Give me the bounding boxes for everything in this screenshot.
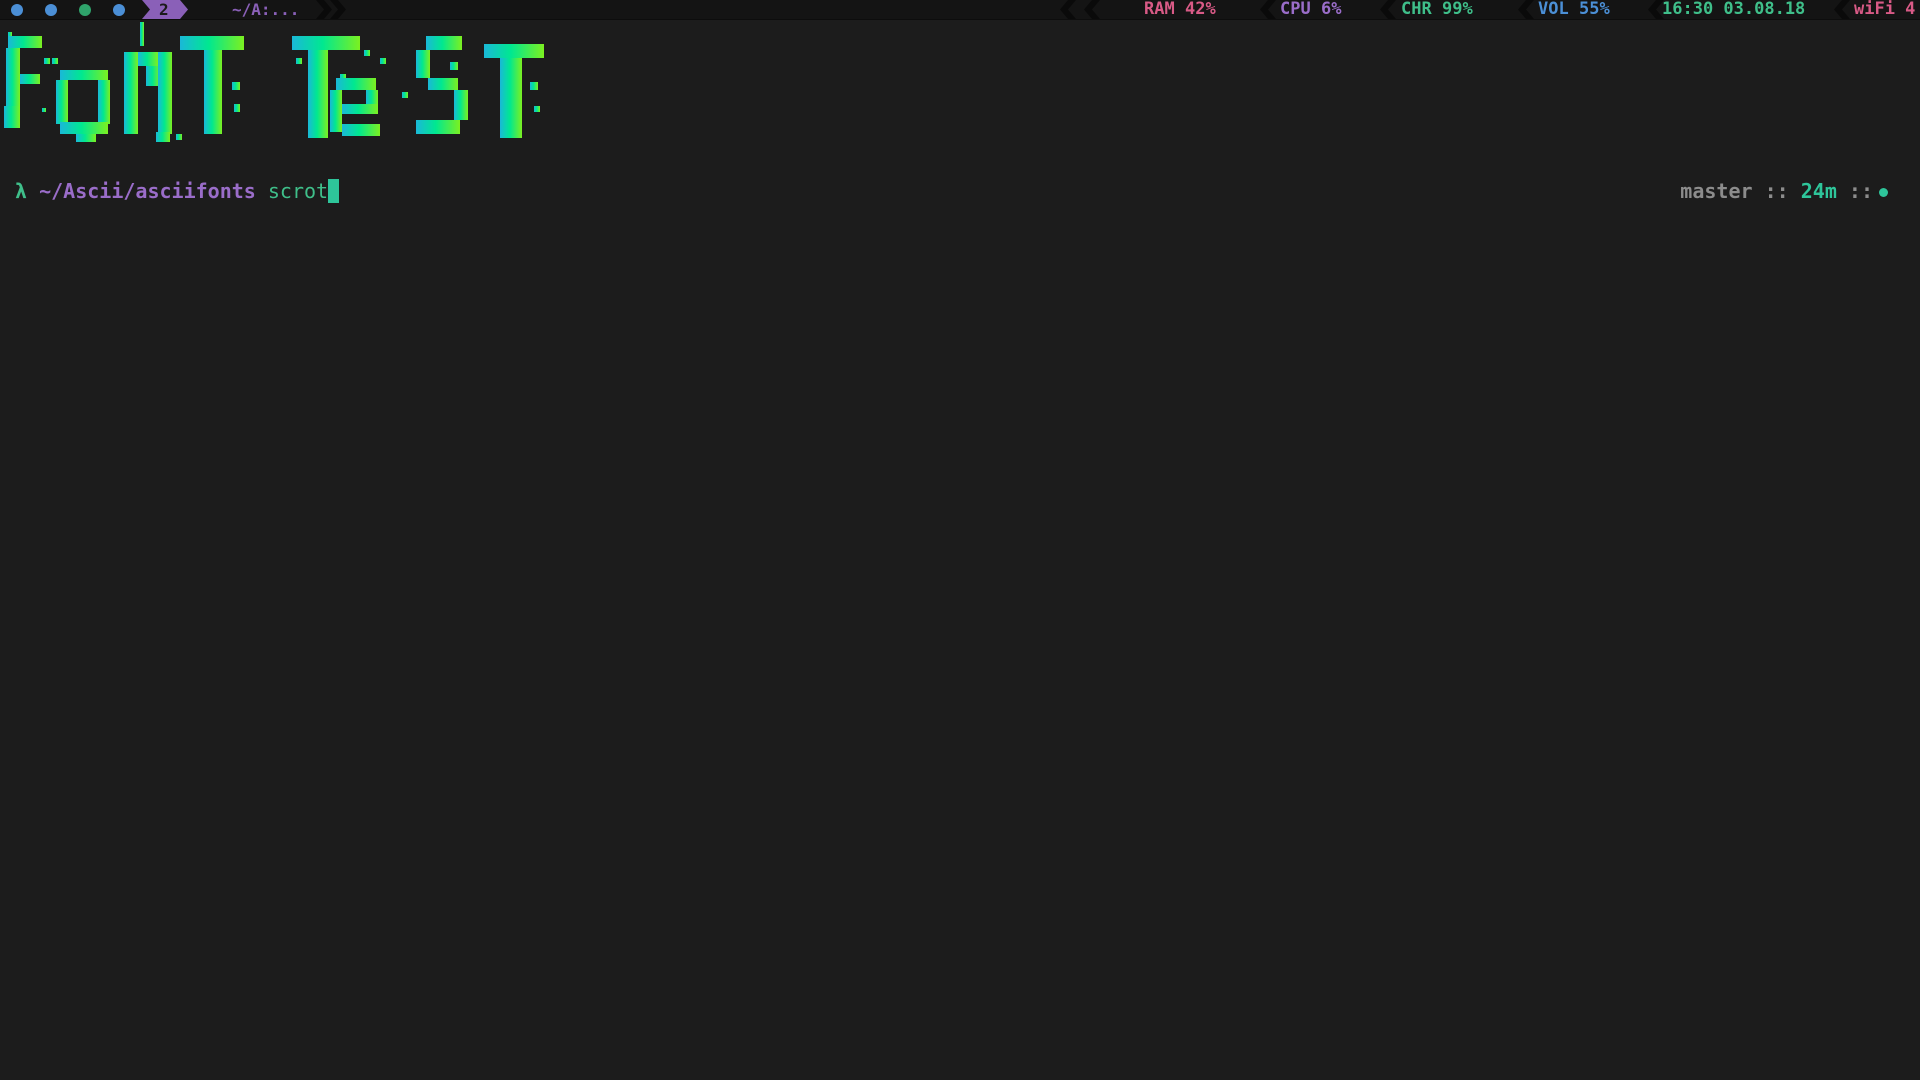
- cpu-chr-divider-icon: [1380, 0, 1396, 19]
- workspace-indicator-2-icon[interactable]: [45, 4, 57, 16]
- charge-value: 99%: [1441, 0, 1473, 19]
- vol-clock-divider-icon: [1648, 0, 1664, 19]
- charge-status: CHR 99%: [1401, 0, 1473, 19]
- elapsed-time: 24m: [1800, 179, 1837, 203]
- current-directory: ~/Ascii/asciifonts: [39, 179, 256, 203]
- volume-value: 55%: [1578, 0, 1610, 19]
- workspace-indicator-4-icon[interactable]: [113, 4, 125, 16]
- ram-cpu-divider-icon: [1260, 0, 1276, 19]
- active-workspace-tag[interactable]: 2: [142, 0, 188, 19]
- ascii-font-banner: [4, 22, 544, 142]
- prompt-separator-2: ::: [1848, 179, 1873, 203]
- workspace-indicator-3-icon[interactable]: [79, 4, 91, 16]
- ram-label: RAM: [1144, 0, 1175, 19]
- active-workspace-number: 2: [159, 0, 169, 19]
- ram-value: 42%: [1184, 0, 1216, 19]
- banner-glyphs: [4, 22, 544, 142]
- window-title: ~/A:...: [232, 0, 300, 19]
- volume-status: VOL 55%: [1538, 0, 1610, 19]
- command-input[interactable]: scrot: [268, 179, 328, 203]
- right-prompt: master :: 24m ::: [1680, 178, 1888, 204]
- top-status-bar: 2 ~/A:... RAM 42% CPU 6% CHR 99% VOL 55%…: [0, 0, 1920, 20]
- status-left-chevrons-icon: [1060, 0, 1100, 19]
- workspace-indicator-1-icon[interactable]: [11, 4, 23, 16]
- git-status-dot-icon: [1879, 188, 1888, 197]
- clock: 16:30 03.08.18: [1662, 0, 1806, 19]
- cpu-value: 6%: [1320, 0, 1342, 19]
- chr-vol-divider-icon: [1518, 0, 1534, 19]
- charge-label: CHR: [1401, 0, 1432, 19]
- shell-prompt[interactable]: λ ~/Ascii/asciifonts scrot: [15, 178, 340, 204]
- prompt-lambda: λ: [15, 179, 28, 203]
- cpu-label: CPU: [1280, 0, 1311, 19]
- title-chevron-icon: [316, 0, 346, 19]
- cpu-status: CPU 6%: [1280, 0, 1341, 19]
- prompt-separator-1: ::: [1764, 179, 1789, 203]
- clock-wifi-divider-icon: [1834, 0, 1850, 19]
- wifi-status: wiFi 4: [1854, 0, 1916, 19]
- git-branch: master: [1680, 179, 1753, 203]
- ram-status: RAM 42%: [1144, 0, 1216, 19]
- terminal-cursor: [328, 179, 340, 203]
- volume-label: VOL: [1538, 0, 1569, 19]
